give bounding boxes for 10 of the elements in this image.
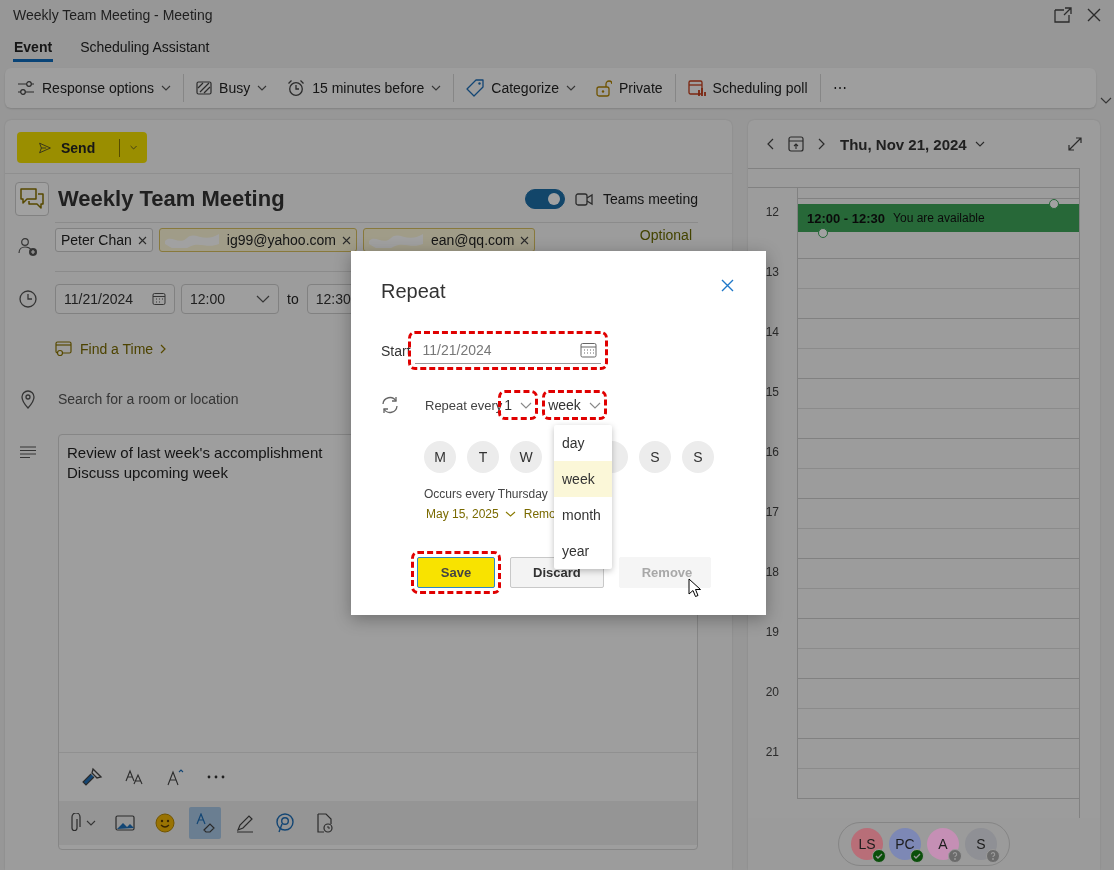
body-text-line: Review of last week's accomplishment: [67, 443, 323, 463]
recurrence-summary: Occurs every Thursday: [424, 487, 549, 501]
event-time: 12:00 - 12:30: [807, 210, 886, 226]
event-note: You are available: [893, 211, 985, 225]
teams-meeting-label: Teams meeting: [603, 191, 698, 207]
body-text-line: Discuss upcoming week: [67, 463, 228, 483]
to-label: to: [287, 291, 299, 307]
repeat-every-label: Repeat every: [425, 397, 503, 413]
dialog-title: Repeat: [381, 280, 446, 303]
window-title: Weekly Team Meeting - Meeting: [13, 7, 213, 23]
